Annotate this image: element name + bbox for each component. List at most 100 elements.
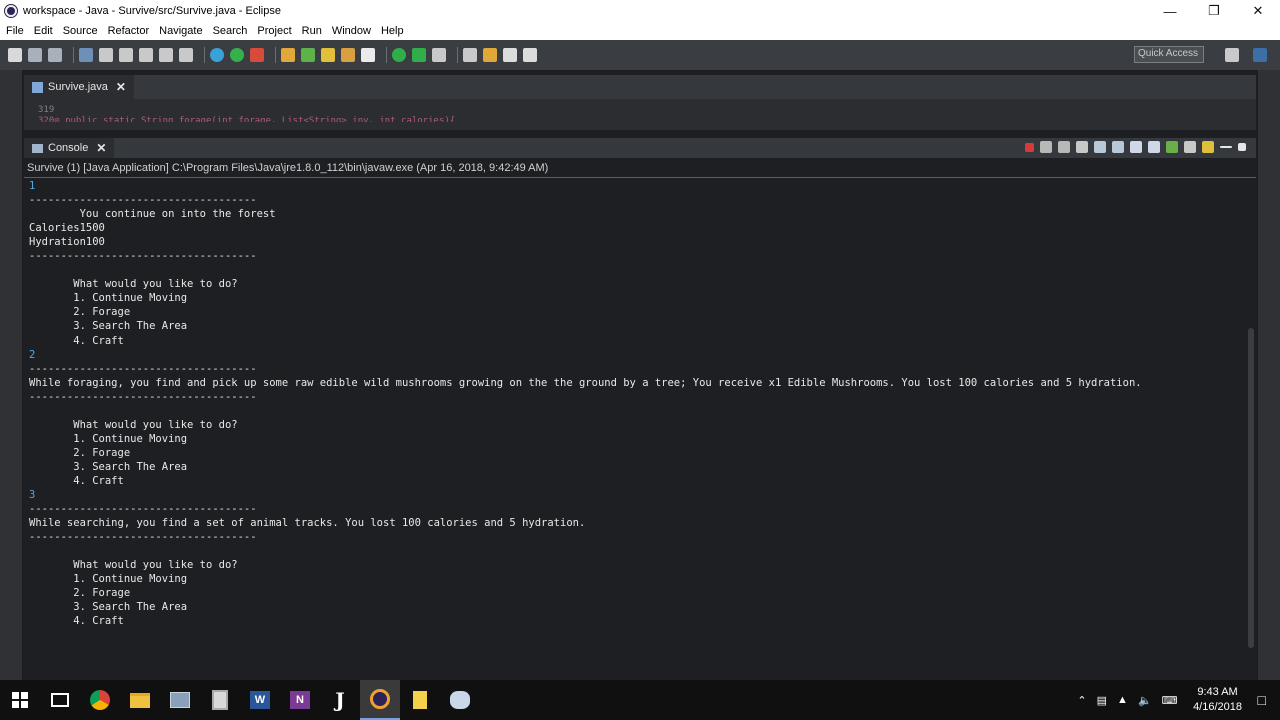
menu-refactor[interactable]: Refactor (108, 25, 150, 37)
console-output-line: 2. Forage (29, 306, 131, 319)
debug-icon[interactable] (79, 48, 93, 62)
minimize-icon[interactable] (1220, 146, 1232, 148)
debug-launch-icon[interactable] (210, 48, 224, 62)
pin-icon[interactable] (432, 48, 446, 62)
network-icon[interactable]: ▤ (1097, 694, 1107, 707)
restore-button[interactable]: ❐ (1192, 0, 1236, 22)
chevron-up-icon[interactable]: ⌃ (1077, 694, 1086, 707)
window-title: workspace - Java - Survive/src/Survive.j… (23, 5, 281, 17)
keyboard-icon[interactable]: ⌨ (1162, 694, 1178, 707)
java-perspective-icon[interactable] (1253, 48, 1267, 62)
open-console-icon[interactable] (1202, 141, 1214, 153)
menu-run[interactable]: Run (302, 25, 322, 37)
edit-icon[interactable] (119, 48, 133, 62)
notification-icon[interactable]: □ (1258, 692, 1266, 708)
clear-console-icon[interactable] (1076, 141, 1088, 153)
coverage-icon[interactable] (392, 48, 406, 62)
onenote-icon[interactable]: N (280, 680, 320, 720)
scroll-lock-icon[interactable] (1094, 141, 1106, 153)
console-scrollbar[interactable] (1248, 328, 1254, 648)
console-output[interactable]: 1 ------------------------------------ Yo… (24, 178, 1256, 629)
console-tab[interactable]: Console ✕ (24, 138, 115, 158)
console-tabbar: Console ✕ (24, 138, 1256, 158)
close-window-button[interactable]: ✕ (1236, 0, 1280, 22)
console-output-line: Hydration100 (29, 236, 105, 249)
last-edit-icon[interactable] (483, 48, 497, 62)
minimize-button[interactable]: — (1148, 0, 1192, 22)
clock-date: 4/16/2018 (1193, 701, 1242, 713)
chrome-icon[interactable] (80, 680, 120, 720)
menu-edit[interactable]: Edit (34, 25, 53, 37)
console-output-line: ------------------------------------ (29, 362, 257, 375)
console-output-line: ------------------------------------ (29, 531, 257, 544)
java-icon[interactable]: J (320, 680, 360, 720)
open-perspective-icon[interactable] (1225, 48, 1239, 62)
open-type-icon[interactable] (341, 48, 355, 62)
calculator-icon[interactable] (200, 680, 240, 720)
menu-window[interactable]: Window (332, 25, 371, 37)
toolbar-separator (204, 47, 205, 63)
paint-icon[interactable] (440, 680, 480, 720)
terminal-icon[interactable] (179, 48, 193, 62)
launch-info: Survive (1) [Java Application] C:\Progra… (24, 158, 1256, 178)
skip-breakpoints-icon[interactable] (99, 48, 113, 62)
window-icon[interactable] (159, 48, 173, 62)
close-icon[interactable]: ✕ (116, 80, 126, 94)
console-output-line: 4. Craft (29, 474, 124, 487)
word-wrap-icon[interactable] (1112, 141, 1124, 153)
new-icon[interactable] (8, 48, 22, 62)
console-output-line: 4. Craft (29, 334, 124, 347)
quick-access-input[interactable]: Quick Access (1134, 46, 1204, 63)
new-java-project-icon[interactable] (281, 48, 295, 62)
toolbar-separator (386, 47, 387, 63)
windows-start-icon[interactable] (0, 680, 40, 720)
show-on-error-icon[interactable] (1148, 141, 1160, 153)
console-output-line: What would you like to do? (29, 418, 238, 431)
close-icon[interactable]: ✕ (96, 141, 106, 155)
pin-console-icon[interactable] (1166, 141, 1178, 153)
photos-icon[interactable] (160, 680, 200, 720)
console-output-line: 3. Search The Area (29, 601, 188, 614)
eclipse-icon[interactable] (360, 680, 400, 720)
task-icon[interactable] (412, 48, 426, 62)
volume-icon[interactable]: 🔈 (1138, 694, 1152, 707)
tag-icon[interactable] (139, 48, 153, 62)
console-output-line: ------------------------------------ (29, 250, 257, 263)
forward-arrow-icon[interactable] (523, 48, 537, 62)
run-icon[interactable] (230, 48, 244, 62)
console-output-line: ------------------------------------ (29, 194, 257, 207)
toolbar-separator (457, 47, 458, 63)
new-package-icon[interactable] (301, 48, 315, 62)
back-arrow-icon[interactable] (503, 48, 517, 62)
menu-search[interactable]: Search (213, 25, 248, 37)
terminate-icon[interactable] (1025, 142, 1034, 152)
remove-launch-icon[interactable] (1040, 141, 1052, 153)
external-tools-icon[interactable] (250, 48, 264, 62)
show-on-output-icon[interactable] (1130, 141, 1142, 153)
display-console-icon[interactable] (1184, 141, 1196, 153)
wifi-icon[interactable]: ▲ (1117, 694, 1128, 706)
save-icon[interactable] (28, 48, 42, 62)
editor-tab-survive[interactable]: Survive.java ✕ (24, 75, 134, 99)
menu-project[interactable]: Project (257, 25, 291, 37)
task-view-icon[interactable] (40, 680, 80, 720)
save-all-icon[interactable] (48, 48, 62, 62)
word-icon[interactable]: W (240, 680, 280, 720)
menu-help[interactable]: Help (381, 25, 404, 37)
new-class-icon[interactable] (321, 48, 335, 62)
file-explorer-icon[interactable] (120, 680, 160, 720)
menu-file[interactable]: File (6, 25, 24, 37)
remove-all-icon[interactable] (1058, 141, 1070, 153)
console-input-line: 3 (29, 489, 36, 502)
next-annotation-icon[interactable] (463, 48, 477, 62)
maximize-icon[interactable] (1238, 143, 1246, 151)
brush-icon[interactable] (361, 48, 375, 62)
taskbar-clock[interactable]: 9:43 AM 4/16/2018 (1188, 685, 1248, 715)
menu-source[interactable]: Source (63, 25, 98, 37)
menu-navigate[interactable]: Navigate (159, 25, 202, 37)
notes-icon[interactable] (400, 680, 440, 720)
editor-code[interactable]: 319 320⊙ public static String forage(int… (24, 99, 1256, 122)
